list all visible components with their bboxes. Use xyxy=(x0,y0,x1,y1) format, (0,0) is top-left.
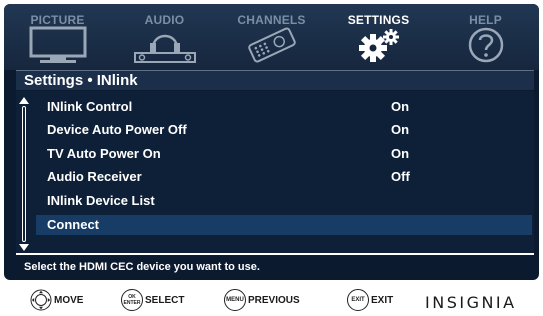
menu-item-audio-receiver[interactable]: Audio Receiver Off xyxy=(36,167,532,187)
tab-settings[interactable]: SETTINGS xyxy=(325,4,432,70)
tab-label: PICTURE xyxy=(30,13,85,27)
menu-item-inlink-device-list[interactable]: INlink Device List xyxy=(36,191,532,211)
tab-label: HELP xyxy=(469,13,502,27)
legend-label: SELECT xyxy=(145,294,185,306)
scroll-track[interactable] xyxy=(22,106,26,242)
button-legend: MOVE OK ENTER SELECT MENU PREVIOUS EXIT E… xyxy=(0,283,543,316)
tab-label: SETTINGS xyxy=(347,13,410,27)
tab-label: AUDIO xyxy=(144,13,185,27)
remote-icon xyxy=(247,27,296,63)
scrollbar[interactable] xyxy=(19,97,29,251)
menu-item-value: On xyxy=(391,122,410,137)
settings-panel: INlink Control On Device Auto Power Off … xyxy=(16,91,534,253)
scroll-up-arrow-icon[interactable] xyxy=(19,97,29,104)
question-icon xyxy=(468,27,503,63)
menu-item-inlink-control[interactable]: INlink Control On xyxy=(36,97,532,117)
menu-item-connect[interactable]: Connect xyxy=(36,215,532,235)
tab-channels[interactable]: CHANNELS xyxy=(218,4,325,70)
help-text-bar: Select the HDMI CEC device you want to u… xyxy=(16,253,534,279)
menu-item-label: TV Auto Power On xyxy=(47,146,161,161)
top-menu: PICTURE AUDIO CHANNELS SETTINGS HELP xyxy=(4,4,539,70)
brand-logo: INSIGNIA xyxy=(425,293,517,312)
page-title: Settings • INlink xyxy=(24,72,138,89)
ok-enter-button-icon: OK ENTER xyxy=(121,289,143,311)
tab-label: CHANNELS xyxy=(237,13,306,27)
tab-help[interactable]: HELP xyxy=(432,4,539,70)
menu-item-label: INlink Device List xyxy=(47,193,155,208)
legend-previous: MENU PREVIOUS xyxy=(224,289,300,311)
menu-item-label: Audio Receiver xyxy=(47,169,142,184)
menu-item-value: On xyxy=(391,146,410,161)
help-text: Select the HDMI CEC device you want to u… xyxy=(24,261,260,273)
menu-item-label: Device Auto Power Off xyxy=(47,122,187,137)
legend-move: MOVE xyxy=(30,289,83,311)
speaker-icon xyxy=(133,34,196,63)
scroll-down-arrow-icon[interactable] xyxy=(19,244,29,251)
menu-item-value: Off xyxy=(391,169,410,184)
gears-icon xyxy=(358,29,399,62)
breadcrumb: Settings • INlink xyxy=(16,70,534,90)
legend-select: OK ENTER SELECT xyxy=(121,289,184,311)
tv-icon xyxy=(29,26,86,63)
tab-picture[interactable]: PICTURE xyxy=(4,4,111,70)
menu-item-value: On xyxy=(391,99,410,114)
tv-menu-screen: PICTURE AUDIO CHANNELS SETTINGS HELP Set… xyxy=(4,4,539,280)
tab-audio[interactable]: AUDIO xyxy=(111,4,218,70)
menu-item-label: INlink Control xyxy=(47,99,133,114)
legend-label: EXIT xyxy=(371,294,394,306)
legend-label: MOVE xyxy=(54,294,84,306)
menu-item-device-auto-power-off[interactable]: Device Auto Power Off On xyxy=(36,120,532,140)
legend-exit: EXIT EXIT xyxy=(347,289,393,311)
menu-item-tv-auto-power-on[interactable]: TV Auto Power On On xyxy=(36,144,532,164)
exit-button-icon: EXIT xyxy=(347,289,369,311)
menu-button-icon: MENU xyxy=(224,289,246,311)
menu-item-label: Connect xyxy=(47,217,99,232)
dpad-icon xyxy=(30,289,52,311)
legend-label: PREVIOUS xyxy=(248,294,300,306)
